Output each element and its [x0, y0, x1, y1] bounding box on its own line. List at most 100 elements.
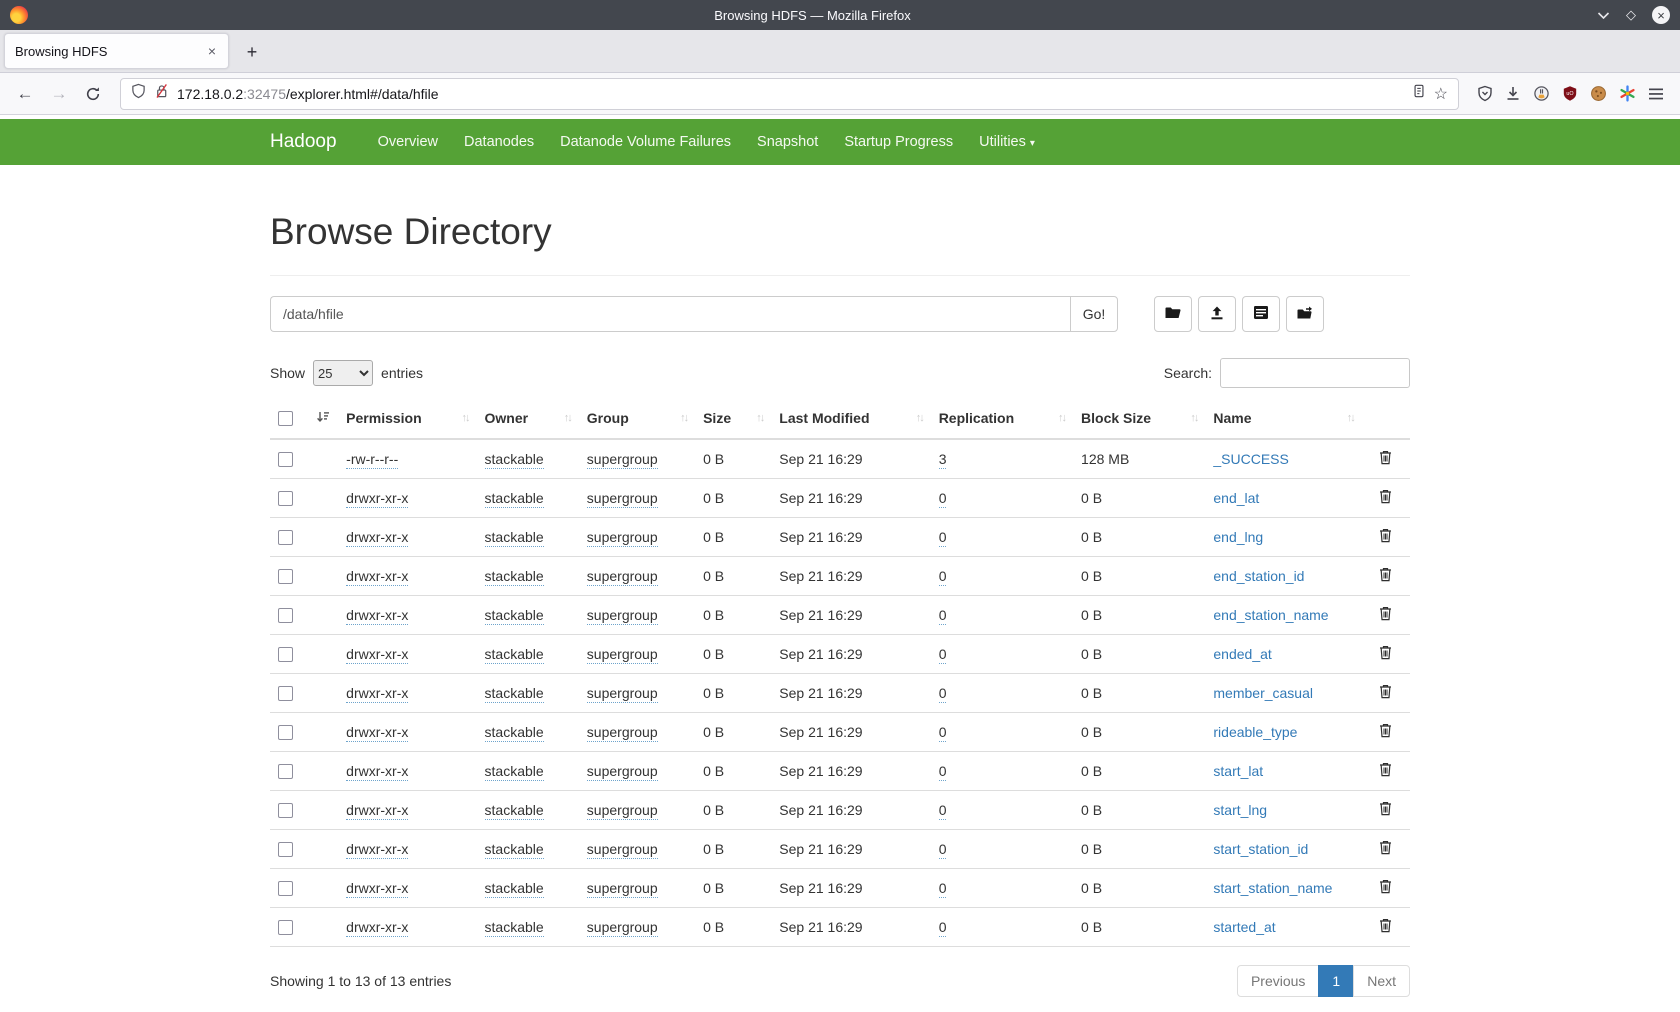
replication-value[interactable]: 0 — [939, 568, 947, 586]
search-input[interactable] — [1220, 358, 1410, 388]
column-header-select[interactable] — [270, 400, 338, 439]
permission-value[interactable]: drwxr-xr-x — [346, 607, 408, 625]
forward-icon[interactable]: → — [44, 79, 74, 109]
owner-value[interactable]: stackable — [485, 919, 544, 937]
row-checkbox[interactable] — [278, 608, 293, 623]
file-name-link[interactable]: start_station_name — [1213, 880, 1332, 896]
permission-value[interactable]: drwxr-xr-x — [346, 646, 408, 664]
group-value[interactable]: supergroup — [587, 646, 658, 664]
directory-path-input[interactable] — [270, 296, 1070, 332]
nav-item-snapshot[interactable]: Snapshot — [744, 134, 831, 150]
delete-trash-icon[interactable] — [1379, 725, 1392, 741]
menu-hamburger-icon[interactable] — [1648, 87, 1664, 101]
delete-trash-icon[interactable] — [1379, 530, 1392, 546]
insecure-lock-icon[interactable] — [154, 83, 169, 104]
downloads-icon[interactable] — [1505, 85, 1521, 102]
owner-value[interactable]: stackable — [485, 529, 544, 547]
group-value[interactable]: supergroup — [587, 919, 658, 937]
permission-value[interactable]: drwxr-xr-x — [346, 919, 408, 937]
file-name-link[interactable]: end_lat — [1213, 490, 1259, 506]
row-checkbox[interactable] — [278, 530, 293, 545]
nav-item-startup-progress[interactable]: Startup Progress — [831, 134, 966, 150]
owner-value[interactable]: stackable — [485, 568, 544, 586]
bookmark-star-icon[interactable]: ☆ — [1434, 84, 1448, 104]
column-header-last-modified[interactable]: ↑↓Last Modified — [771, 400, 930, 439]
sort-icons[interactable]: ↑↓ — [916, 412, 923, 424]
row-checkbox[interactable] — [278, 647, 293, 662]
sort-icons[interactable]: ↑↓ — [1058, 412, 1065, 424]
group-value[interactable]: supergroup — [587, 763, 658, 781]
browser-tab[interactable]: Browsing HDFS × — [4, 33, 229, 69]
replication-value[interactable]: 3 — [939, 451, 947, 469]
group-value[interactable]: supergroup — [587, 841, 658, 859]
file-name-link[interactable]: start_station_id — [1213, 841, 1308, 857]
permission-value[interactable]: drwxr-xr-x — [346, 724, 408, 742]
window-close-icon[interactable]: × — [1652, 6, 1670, 24]
reader-view-icon[interactable] — [1412, 83, 1426, 104]
row-checkbox[interactable] — [278, 920, 293, 935]
go-button[interactable]: Go! — [1070, 296, 1118, 332]
row-checkbox[interactable] — [278, 842, 293, 857]
file-name-link[interactable]: start_lat — [1213, 763, 1263, 779]
upload-file-button[interactable] — [1198, 296, 1236, 332]
column-header-group[interactable]: ↑↓Group — [579, 400, 695, 439]
replication-value[interactable]: 0 — [939, 763, 947, 781]
owner-value[interactable]: stackable — [485, 880, 544, 898]
row-checkbox[interactable] — [278, 725, 293, 740]
reload-icon[interactable] — [78, 79, 108, 109]
owner-value[interactable]: stackable — [485, 802, 544, 820]
delete-trash-icon[interactable] — [1379, 608, 1392, 624]
permission-value[interactable]: drwxr-xr-x — [346, 490, 408, 508]
sort-icons[interactable]: ↑↓ — [1347, 412, 1354, 424]
url-text[interactable]: 172.18.0.2:32475/explorer.html#/data/hfi… — [177, 86, 1404, 102]
column-header-permission[interactable]: ↑↓Permission — [338, 400, 476, 439]
file-name-link[interactable]: member_casual — [1213, 685, 1313, 701]
group-value[interactable]: supergroup — [587, 802, 658, 820]
file-name-link[interactable]: rideable_type — [1213, 724, 1297, 740]
new-tab-button[interactable]: + — [237, 37, 267, 67]
replication-value[interactable]: 0 — [939, 841, 947, 859]
replication-value[interactable]: 0 — [939, 685, 947, 703]
url-bar[interactable]: 172.18.0.2:32475/explorer.html#/data/hfi… — [120, 78, 1459, 110]
file-name-link[interactable]: end_station_name — [1213, 607, 1328, 623]
containers-extension-icon[interactable] — [1533, 85, 1550, 102]
move-file-button[interactable] — [1286, 296, 1324, 332]
previous-page-button[interactable]: Previous — [1237, 965, 1319, 997]
row-checkbox[interactable] — [278, 569, 293, 584]
permission-value[interactable]: drwxr-xr-x — [346, 841, 408, 859]
create-directory-button[interactable] — [1154, 296, 1192, 332]
delete-trash-icon[interactable] — [1379, 881, 1392, 897]
delete-trash-icon[interactable] — [1379, 764, 1392, 780]
file-info-button[interactable] — [1242, 296, 1280, 332]
delete-trash-icon[interactable] — [1379, 647, 1392, 663]
row-checkbox[interactable] — [278, 803, 293, 818]
owner-value[interactable]: stackable — [485, 685, 544, 703]
column-header-owner[interactable]: ↑↓Owner — [477, 400, 579, 439]
permission-value[interactable]: drwxr-xr-x — [346, 763, 408, 781]
page-size-select[interactable]: 25 — [313, 360, 373, 386]
replication-value[interactable]: 0 — [939, 802, 947, 820]
column-header-name[interactable]: ↑↓Name — [1205, 400, 1361, 439]
column-header-replication[interactable]: ↑↓Replication — [931, 400, 1073, 439]
cookie-extension-icon[interactable] — [1590, 85, 1607, 102]
owner-value[interactable]: stackable — [485, 490, 544, 508]
file-name-link[interactable]: started_at — [1213, 919, 1275, 935]
group-value[interactable]: supergroup — [587, 529, 658, 547]
ublock-origin-icon[interactable]: uO — [1562, 85, 1578, 102]
replication-value[interactable]: 0 — [939, 646, 947, 664]
sort-icons[interactable]: ↑↓ — [1190, 412, 1197, 424]
delete-trash-icon[interactable] — [1379, 686, 1392, 702]
delete-trash-icon[interactable] — [1379, 842, 1392, 858]
row-checkbox[interactable] — [278, 452, 293, 467]
nav-dropdown-utilities[interactable]: Utilities▾ — [966, 119, 1048, 165]
permission-value[interactable]: drwxr-xr-x — [346, 529, 408, 547]
owner-value[interactable]: stackable — [485, 451, 544, 469]
sort-icons[interactable]: ↑↓ — [462, 412, 469, 424]
select-all-checkbox[interactable] — [278, 411, 293, 426]
replication-value[interactable]: 0 — [939, 529, 947, 547]
group-value[interactable]: supergroup — [587, 685, 658, 703]
nav-item-overview[interactable]: Overview — [365, 134, 451, 150]
file-name-link[interactable]: start_lng — [1213, 802, 1267, 818]
tracking-shield-icon[interactable] — [131, 83, 146, 104]
group-value[interactable]: supergroup — [587, 490, 658, 508]
